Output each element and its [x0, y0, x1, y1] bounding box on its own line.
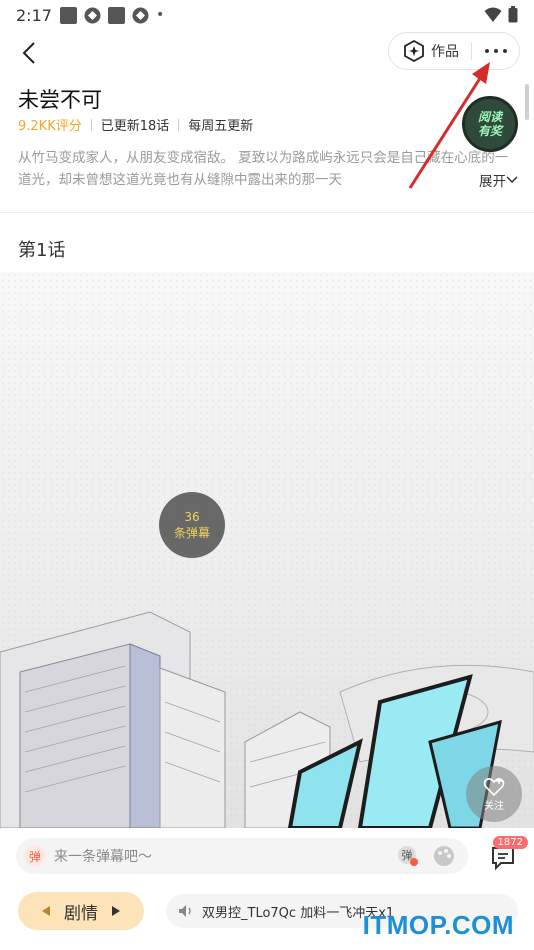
follow-button[interactable]: 关注	[466, 766, 522, 822]
meta-separator	[178, 118, 180, 131]
danmaku-label: 条弹幕	[173, 526, 210, 540]
top-nav-bar: 作品	[0, 30, 534, 76]
expand-label: 展开	[479, 174, 506, 190]
danmaku-toggle-icon[interactable]: 弹	[396, 844, 420, 868]
sync-icon	[84, 7, 101, 24]
notification-icon	[59, 6, 77, 24]
comic-page-image[interactable]: 36 条弹幕 关注	[0, 272, 534, 828]
follow-label: 关注	[484, 800, 504, 812]
triangle-right-icon	[112, 906, 120, 916]
danmaku-count-bubble[interactable]: 36 条弹幕	[159, 492, 225, 558]
sync-icon	[132, 7, 149, 24]
palette-icon[interactable]	[432, 844, 456, 868]
updated-text: 已更新18话	[100, 119, 170, 134]
triangle-left-icon	[42, 906, 50, 916]
status-bar: 2:17 •	[0, 0, 534, 30]
site-watermark: ITMOP.COM	[362, 910, 514, 940]
danmaku-placeholder: 来一条弹幕吧～	[54, 849, 152, 865]
back-button[interactable]	[12, 36, 46, 70]
status-time: 2:17	[16, 5, 52, 25]
danmaku-input[interactable]: 弹 来一条弹幕吧～ 弹	[16, 838, 468, 874]
read-reward-badge[interactable]: 阅读 有奖	[462, 96, 518, 152]
status-dot: •	[155, 7, 165, 23]
works-icon	[404, 40, 424, 62]
more-icon	[482, 49, 509, 53]
plot-button[interactable]: 剧情	[18, 892, 144, 930]
speaker-icon	[179, 905, 191, 917]
comic-description: 从竹马变成家人，从朋友变成宿敌。 夏致以为路成屿永远只会是自己藏在心底的一道光，…	[18, 150, 509, 188]
more-button[interactable]	[472, 33, 519, 69]
badge-line2: 有奖	[477, 124, 502, 138]
comic-info: 未尝不可 9.2KK评分 已更新18话 每周五更新 从竹马变成家人，从朋友变成宿…	[0, 76, 534, 213]
plot-label: 剧情	[64, 903, 98, 924]
works-button[interactable]: 作品	[389, 33, 471, 69]
danmaku-count: 36	[184, 510, 200, 524]
chevron-down-icon	[506, 176, 518, 184]
notification-icon	[107, 6, 125, 24]
expand-button[interactable]: 展开	[475, 170, 518, 190]
badge-line1: 阅读	[477, 110, 502, 124]
rating-text: 9.2KK评分	[18, 119, 82, 134]
comic-title: 未尝不可	[18, 88, 102, 112]
chapter-title: 第1话	[18, 240, 66, 261]
danmaku-tag: 弹	[24, 845, 46, 867]
comment-count-badge: 1872	[492, 836, 528, 849]
comic-artwork	[0, 272, 534, 828]
nav-actions-pill: 作品	[388, 32, 520, 70]
heart-plus-icon	[483, 777, 505, 796]
comic-meta: 9.2KK评分 已更新18话 每周五更新	[18, 115, 253, 134]
wifi-icon	[484, 7, 502, 27]
schedule-text: 每周五更新	[188, 119, 254, 134]
bottom-bar: 弹 来一条弹幕吧～ 弹 1872 剧情 双男控_TLo7Qc 加料一飞冲天x1 …	[0, 828, 534, 950]
works-label: 作品	[431, 44, 459, 60]
scrollbar[interactable]	[525, 84, 529, 120]
battery-icon	[508, 6, 518, 27]
back-arrow-icon	[22, 42, 35, 64]
meta-separator	[90, 118, 92, 131]
